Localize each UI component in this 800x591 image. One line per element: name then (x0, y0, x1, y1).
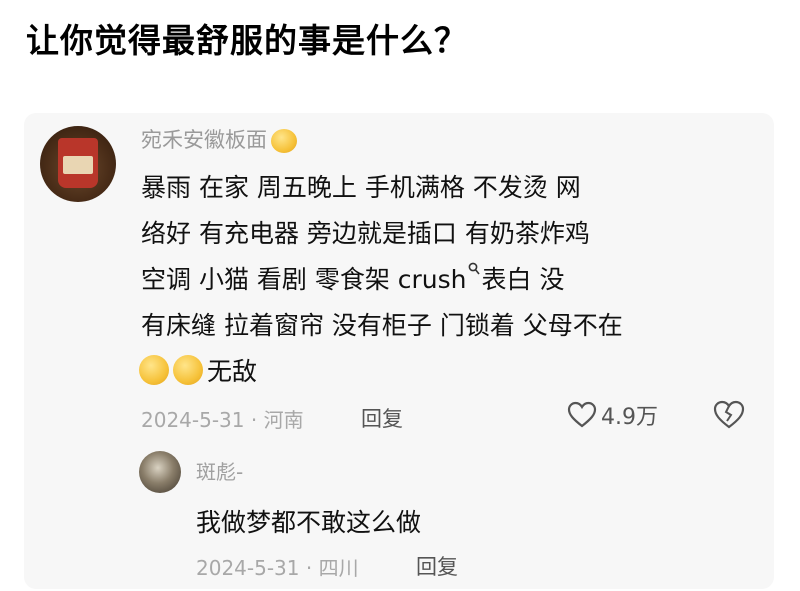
comment-timestamp: 2024-5-31 · 河南 (141, 408, 304, 432)
smirk-emoji-icon (173, 355, 203, 385)
reply-reply-button[interactable]: 回复 (416, 551, 458, 581)
search-icon[interactable] (468, 262, 480, 276)
comment-line-3-head: 空调 小猫 看剧 零食架 crush (141, 265, 467, 294)
comment-emoji-line: 无敌 (139, 352, 257, 388)
comment-emoji-text: 无敌 (207, 357, 258, 386)
laughing-tears-emoji-icon (139, 355, 169, 385)
heart-icon (567, 401, 597, 428)
post-screenshot: 让你觉得最舒服的事是什么？ 宛禾安徽板面 暴雨 在家 周五晚上 手机满格 不发烫… (0, 0, 800, 591)
commenter-username-row[interactable]: 宛禾安徽板面 (141, 124, 297, 154)
comment-line-2: 络好 有充电器 旁边就是插口 有奶茶炸鸡 (141, 219, 590, 248)
hot-face-emoji-icon (271, 129, 297, 153)
comment-line-3: 空调 小猫 看剧 零食架 crush 表白 没 (141, 260, 564, 296)
broken-heart-icon[interactable] (713, 400, 745, 430)
comment-line-3-tail: 表白 没 (481, 265, 565, 294)
post-title: 让你觉得最舒服的事是什么？ (26, 21, 468, 60)
commenter-avatar[interactable] (40, 126, 116, 202)
comment-line-1: 暴雨 在家 周五晚上 手机满格 不发烫 网 (141, 173, 581, 202)
reply-username[interactable]: 斑彪- (196, 456, 243, 485)
reply-timestamp: 2024-5-31 · 四川 (196, 556, 359, 580)
commenter-username[interactable]: 宛禾安徽板面 (141, 128, 267, 152)
reply-text: 我做梦都不敢这么做 (196, 508, 422, 537)
like-count: 4.9万 (601, 405, 658, 430)
like-button[interactable]: 4.9万 (567, 398, 658, 432)
reply-avatar[interactable] (139, 451, 181, 493)
comment-reply-button[interactable]: 回复 (361, 403, 403, 433)
comment-line-4: 有床缝 拉着窗帘 没有柜子 门锁着 父母不在 (141, 311, 623, 340)
cup-label (63, 156, 93, 174)
